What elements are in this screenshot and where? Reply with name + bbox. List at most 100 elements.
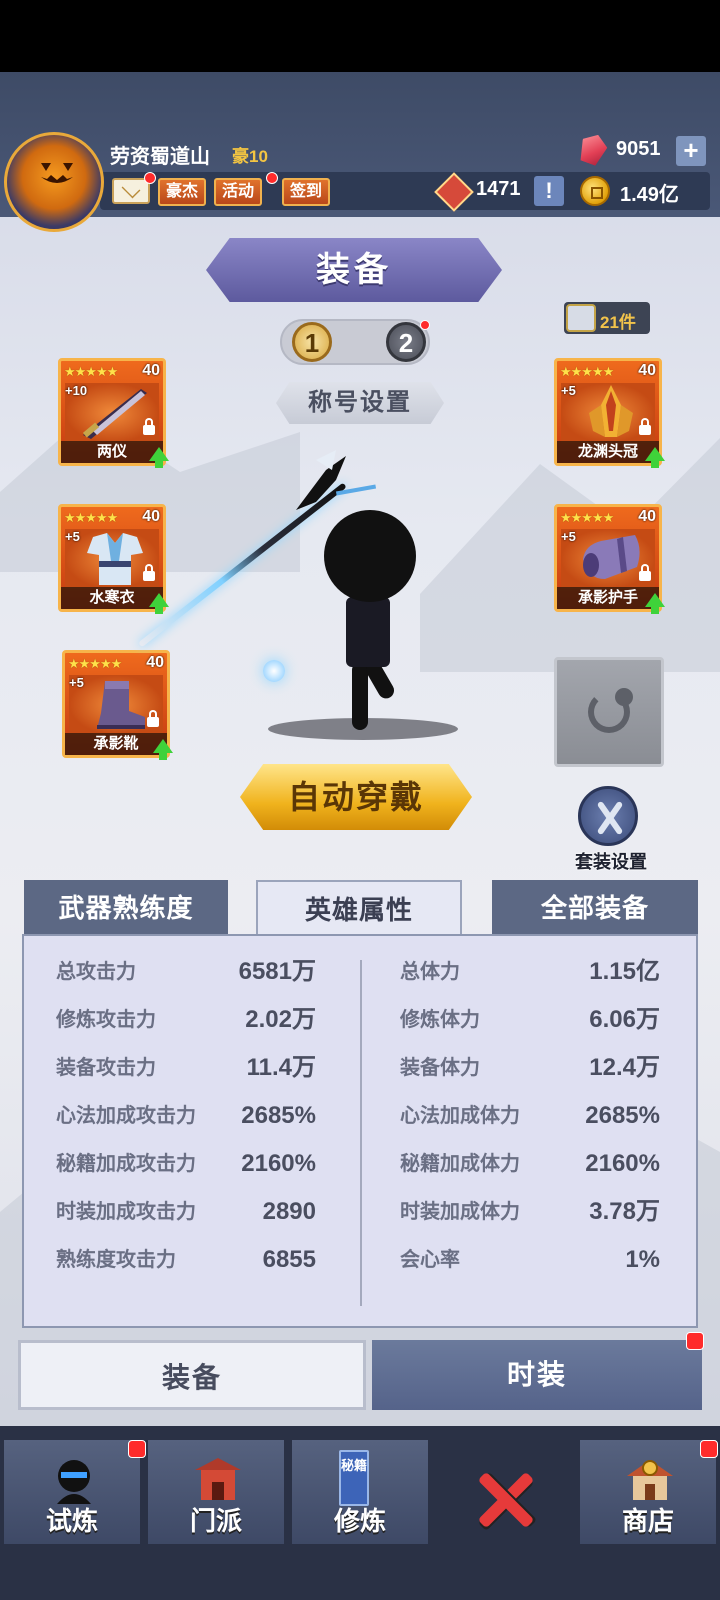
boot-icon [97,681,145,729]
stat-row: 熟练度攻击力 6855 [56,1240,316,1280]
equip-slot-helmet[interactable]: ★★★★★ 40 +5 龙渊头冠 [554,358,665,468]
stat-value: 12.4万 [589,1054,660,1081]
stat-row: 装备体力 12.4万 [400,1048,660,1088]
mail-icon[interactable] [112,178,150,204]
stat-value: 6.06万 [589,1006,660,1033]
empty-equip-slot[interactable] [554,657,664,767]
tab-equipment[interactable]: 装备 [18,1340,366,1410]
upgrade-arrow-icon [645,593,665,614]
nav-sect[interactable]: 门派 [146,1438,286,1546]
add-gems-button[interactable]: + [676,136,706,166]
upgrade-arrow-icon [149,593,169,614]
stat-label: 秘籍加成攻击力 [56,1153,196,1175]
star-rating: ★★★★★ [560,510,614,525]
equip-slot-boots[interactable]: ★★★★★ 40 +5 承影靴 [62,650,173,760]
bracer-icon [583,535,640,579]
gate-icon [195,1458,241,1500]
stat-value: 2160% [241,1150,316,1177]
pumpkin-face-icon [41,163,73,183]
equip-slot-gloves[interactable]: ★★★★★ 40 +5 承影护手 [554,504,665,614]
upgrade-arrow-icon [153,739,173,760]
mail-badge [144,172,156,184]
star-rating: ★★★★★ [64,364,118,379]
star-rating: ★★★★★ [560,364,614,379]
stat-label: 时装加成体力 [400,1201,520,1223]
equip-slot-weapon[interactable]: ★★★★★ 40 +10 两仪 [58,358,169,468]
stat-label: 修炼攻击力 [56,1009,156,1031]
stat-row: 时装加成攻击力 2890 [56,1192,316,1232]
nav-cultivate[interactable]: 秘籍 修炼 [290,1438,430,1546]
stat-value: 2.02万 [245,1006,316,1033]
stat-row: 心法加成体力 2685% [400,1096,660,1136]
item-name: 两仪 [61,441,163,463]
player-avatar[interactable] [4,132,104,232]
stat-value: 1% [625,1246,660,1273]
honor-count: 1471 [476,178,521,200]
upgrade-arrow-icon [149,447,169,468]
ninja-icon [57,1460,91,1504]
headpiece-icon [296,450,377,510]
item-enhance: +10 [65,383,88,398]
robe-icon [87,533,143,585]
stat-row: 秘籍加成体力 2160% [400,1144,660,1184]
item-name: 水寒衣 [61,587,163,609]
page-title: 装备 [316,251,392,289]
item-count: 21件 [600,313,636,332]
player-name: 劳资蜀道山 [110,146,210,168]
scroll-icon [566,304,596,332]
event-button[interactable]: 活动 [214,178,263,206]
stat-value: 6581万 [238,958,316,985]
stat-label: 装备体力 [400,1057,480,1079]
item-enhance: +5 [69,675,84,690]
stat-label: 心法加成攻击力 [56,1105,196,1127]
event-badge [266,172,278,184]
item-enhance: +5 [65,529,80,544]
item-name: 龙渊头冠 [557,441,659,463]
hero-button[interactable]: 豪杰 [158,178,207,206]
stat-label: 秘籍加成体力 [400,1153,520,1175]
stat-value: 3.78万 [589,1198,660,1225]
stat-label: 装备攻击力 [56,1057,156,1079]
shop-badge [700,1440,718,1458]
nav-shop[interactable]: 商店 [578,1438,718,1546]
honor-info-button[interactable]: ! [534,176,564,206]
stat-row: 心法加成攻击力 2685% [56,1096,316,1136]
stat-row: 总体力 1.15亿 [400,952,660,992]
stat-value: 2160% [585,1150,660,1177]
star-rating: ★★★★★ [64,510,118,525]
stat-row: 秘籍加成攻击力 2160% [56,1144,316,1184]
book-title: 秘籍 [341,1458,368,1473]
upgrade-arrow-icon [645,447,665,468]
stat-row: 会心率 1% [400,1240,660,1280]
suit-setting-label[interactable]: 套装设置 [566,848,656,874]
nav-label: 修炼 [333,1506,386,1536]
stat-label: 总体力 [400,961,460,983]
stat-label: 总攻击力 [56,961,136,983]
stat-label: 时装加成攻击力 [56,1201,196,1223]
sword-icon [82,389,147,439]
stat-value: 2685% [241,1102,316,1129]
checkin-button[interactable]: 签到 [282,178,331,206]
stat-row: 修炼攻击力 2.02万 [56,1000,316,1040]
item-level: 40 [142,508,160,525]
loadout-1-button[interactable]: 1 [292,322,332,362]
stat-row: 修炼体力 6.06万 [400,1000,660,1040]
lock-icon [639,418,651,435]
nav-trial[interactable]: 试炼 [2,1438,142,1546]
lock-icon [143,564,155,581]
title-setting-button[interactable]: 称号设置 [276,382,444,424]
nav-label: 商店 [621,1506,674,1536]
stat-value: 1.15亿 [589,958,660,985]
tab-all-equipment[interactable]: 全部装备 [492,880,698,936]
tab-weapon-mastery[interactable]: 武器熟练度 [24,880,228,936]
tab-fashion[interactable]: 时装 [372,1340,702,1410]
close-icon[interactable] [470,1470,540,1530]
stat-row: 时装加成体力 3.78万 [400,1192,660,1232]
tab-hero-attributes[interactable]: 英雄属性 [256,880,462,936]
book-icon: 秘籍 [339,1450,369,1506]
stat-row: 总攻击力 6581万 [56,952,316,992]
equip-slot-armor[interactable]: ★★★★★ 40 +5 水寒衣 [58,504,169,614]
auto-equip-button[interactable]: 自动穿戴 [240,764,472,830]
suit-setting-icon[interactable] [578,786,638,846]
item-level: 40 [638,362,656,379]
